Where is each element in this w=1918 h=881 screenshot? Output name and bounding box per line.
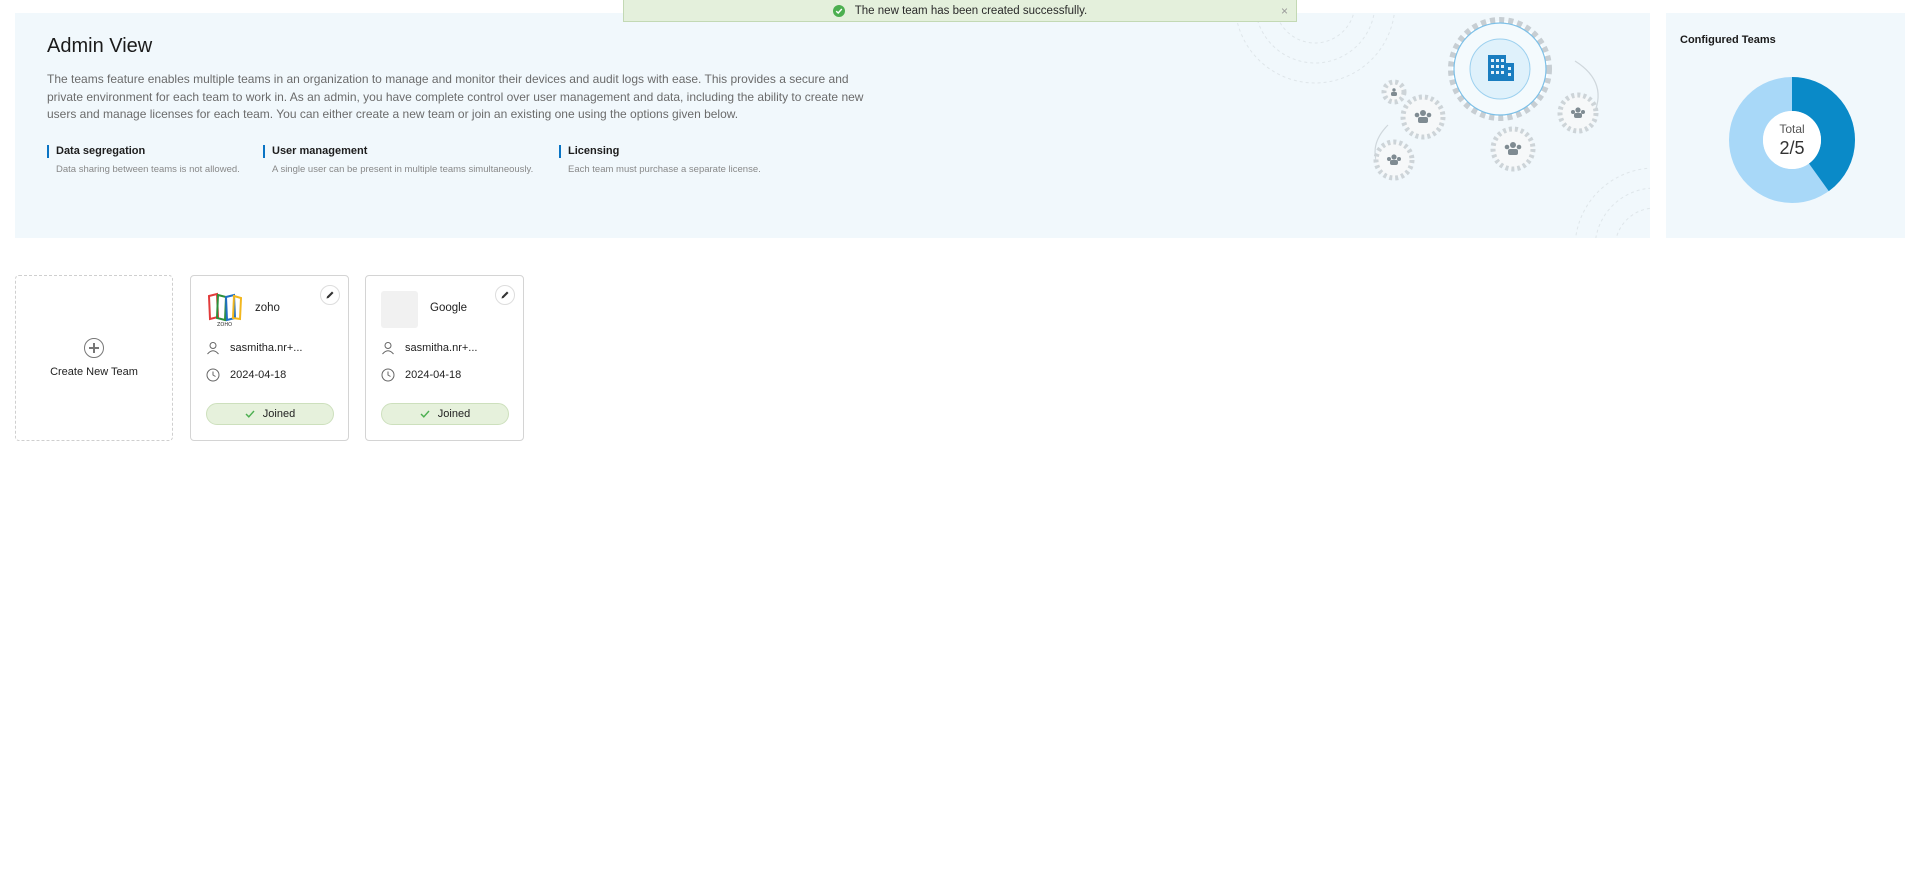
team-name: zoho <box>255 302 280 314</box>
donut-total-value: 2/5 <box>1779 137 1805 158</box>
feature-description: Data sharing between teams is not allowe… <box>56 164 240 175</box>
donut-total-label: Total <box>1779 121 1805 136</box>
success-toast: The new team has been created successful… <box>623 0 1297 22</box>
feature-description: Each team must purchase a separate licen… <box>568 164 761 175</box>
page-title: Admin View <box>47 35 153 57</box>
team-date-row: 2024-04-18 <box>381 368 461 382</box>
team-card-google[interactable]: Google sasmitha.nr+... 2024-04-18 Joined <box>365 275 524 441</box>
joined-label: Joined <box>437 408 471 420</box>
team-created-date: 2024-04-18 <box>230 369 287 381</box>
team-created-date: 2024-04-18 <box>405 369 462 381</box>
feature-user-management: User management A single user can be pre… <box>263 145 533 175</box>
team-date-row: 2024-04-18 <box>206 368 286 382</box>
plus-circle-icon <box>84 338 104 358</box>
user-icon <box>382 342 394 355</box>
create-new-team-label: Create New Team <box>50 366 138 378</box>
feature-title: User management <box>263 145 533 158</box>
edit-team-button[interactable] <box>320 285 340 305</box>
clock-icon <box>206 368 220 382</box>
close-icon[interactable]: × <box>1281 4 1288 18</box>
admin-intro-panel: Admin View The teams feature enables mul… <box>15 13 1650 238</box>
team-card-zoho[interactable]: ZOHO zoho sasmitha.nr+... 2024-04-18 Joi… <box>190 275 349 441</box>
team-owner: sasmitha.nr+... <box>230 342 303 354</box>
team-logo-placeholder <box>381 291 418 328</box>
check-icon <box>245 410 255 418</box>
team-owner-row: sasmitha.nr+... <box>206 341 302 355</box>
page-description: The teams feature enables multiple teams… <box>47 72 864 121</box>
create-new-team-card[interactable]: Create New Team <box>15 275 173 441</box>
clock-icon <box>381 368 395 382</box>
toast-message: The new team has been created successful… <box>854 4 1088 17</box>
zoho-logo: ZOHO <box>207 292 243 328</box>
team-owner: sasmitha.nr+... <box>405 342 478 354</box>
check-icon <box>420 410 430 418</box>
svg-text:ZOHO: ZOHO <box>217 322 232 328</box>
donut-center: Total 2/5 <box>1728 76 1856 204</box>
feature-description: A single user can be present in multiple… <box>272 164 534 175</box>
joined-status-badge: Joined <box>381 403 509 425</box>
team-owner-row: sasmitha.nr+... <box>381 341 477 355</box>
feature-data-segregation: Data segregation Data sharing between te… <box>47 145 240 175</box>
edit-team-button[interactable] <box>495 285 515 305</box>
pencil-icon <box>501 291 509 299</box>
teams-gears-illustration <box>1235 13 1650 238</box>
feature-title: Licensing <box>559 145 761 158</box>
check-circle-icon <box>832 4 845 17</box>
joined-status-badge: Joined <box>206 403 334 425</box>
user-icon <box>207 342 219 355</box>
configured-teams-title: Configured Teams <box>1680 34 1776 46</box>
feature-title: Data segregation <box>47 145 240 158</box>
feature-licensing: Licensing Each team must purchase a sepa… <box>559 145 761 175</box>
configured-teams-panel: Configured Teams Total 2/5 <box>1666 13 1905 238</box>
pencil-icon <box>326 291 334 299</box>
joined-label: Joined <box>262 408 296 420</box>
team-name: Google <box>430 302 468 314</box>
